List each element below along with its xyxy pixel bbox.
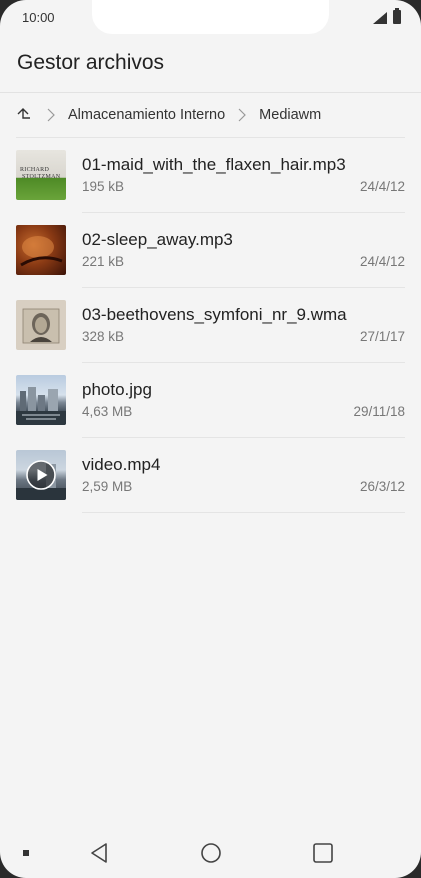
breadcrumb: Almacenamiento Interno Mediawm: [16, 101, 405, 129]
breadcrumb-item-mediawm[interactable]: Mediawm: [259, 107, 321, 123]
album-art-thumbnail: [16, 225, 66, 275]
list-item[interactable]: video.mp4 2,59 MB 26/3/12: [0, 438, 421, 513]
navigation-bar: [0, 826, 421, 878]
file-name: photo.jpg: [82, 380, 152, 399]
file-size: 195 kB: [82, 179, 125, 194]
file-date: 26/3/12: [359, 479, 405, 494]
album-art-thumbnail: RICHARD STOLTZMAN: [16, 150, 66, 200]
file-list: RICHARD STOLTZMAN 01-maid_with_the_flaxe…: [0, 138, 421, 513]
file-date: 27/1/17: [359, 329, 405, 344]
file-date: 24/4/12: [359, 179, 405, 194]
file-size: 4,63 MB: [82, 404, 133, 419]
file-size: 221 kB: [82, 254, 125, 269]
display-notch: [92, 0, 329, 34]
phone-screen: 10:00 Gestor archivos Almacenamiento Int…: [0, 0, 421, 878]
file-name: 02-sleep_away.mp3: [82, 230, 233, 249]
chevron-right-icon: [238, 108, 247, 122]
file-size: 328 kB: [82, 329, 125, 344]
file-size: 2,59 MB: [82, 479, 133, 494]
video-thumbnail: [16, 450, 66, 500]
play-icon: [26, 460, 56, 490]
battery-icon: [393, 8, 401, 24]
album-art-thumbnail: [16, 300, 66, 350]
header-divider: [0, 92, 421, 93]
back-icon[interactable]: [89, 842, 111, 864]
breadcrumb-item-storage[interactable]: Almacenamiento Interno: [68, 107, 225, 123]
file-name: 03-beethovens_symfoni_nr_9.wma: [82, 305, 347, 324]
recent-apps-icon[interactable]: [312, 842, 334, 864]
status-bar: 10:00: [0, 0, 421, 36]
list-item[interactable]: photo.jpg 4,63 MB 29/11/18: [0, 363, 421, 438]
list-item[interactable]: 03-beethovens_symfoni_nr_9.wma 328 kB 27…: [0, 288, 421, 363]
chevron-right-icon: [47, 108, 55, 122]
status-time: 10:00: [22, 10, 55, 25]
signal-icon: [373, 12, 387, 24]
list-item[interactable]: RICHARD STOLTZMAN 01-maid_with_the_flaxe…: [0, 138, 421, 213]
page-title: Gestor archivos: [17, 51, 165, 74]
nav-indicator-dot: [23, 850, 29, 856]
file-date: 24/4/12: [359, 254, 405, 269]
file-name: 01-maid_with_the_flaxen_hair.mp3: [82, 155, 346, 174]
file-date: 29/11/18: [353, 404, 405, 419]
home-icon[interactable]: [200, 842, 222, 864]
list-item[interactable]: 02-sleep_away.mp3 221 kB 24/4/12: [0, 213, 421, 288]
file-name: video.mp4: [82, 455, 161, 474]
image-thumbnail: [16, 375, 66, 425]
row-divider: [82, 512, 405, 513]
up-arrow-icon[interactable]: [16, 107, 32, 123]
